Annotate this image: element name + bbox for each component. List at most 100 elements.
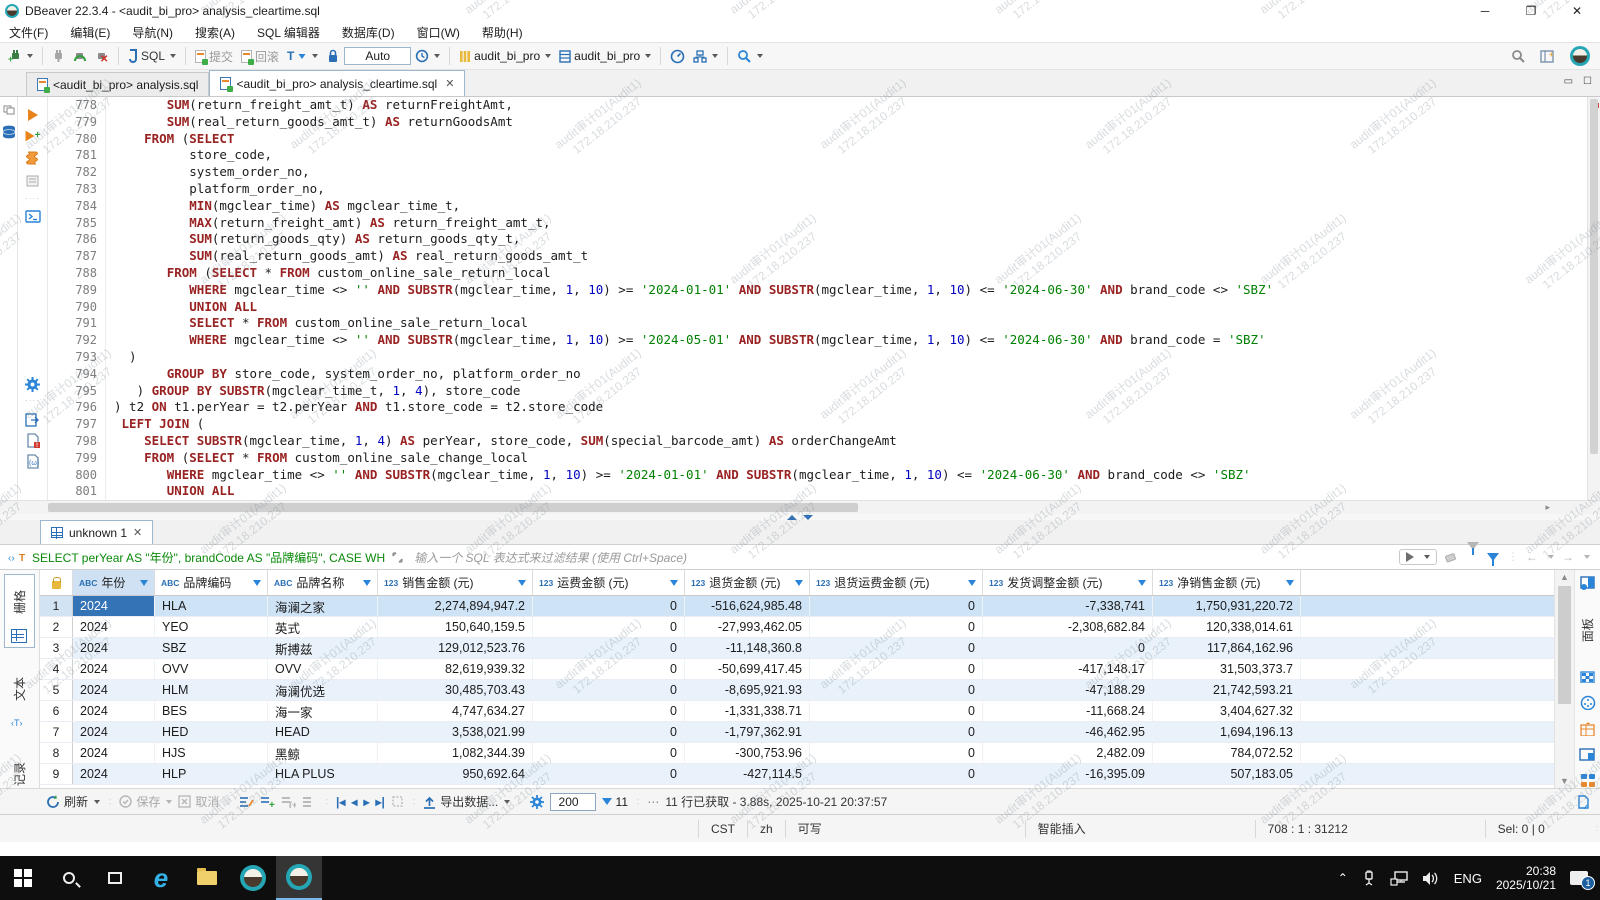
transaction-log-button[interactable]: T bbox=[283, 47, 322, 65]
table-cell[interactable]: -46,462.95 bbox=[983, 722, 1153, 742]
code-line[interactable]: MAX(return_freight_amt) AS return_freigh… bbox=[114, 215, 1587, 232]
code-line[interactable]: MIN(mgclear_time) AS mgclear_time_t, bbox=[114, 198, 1587, 215]
tx-history-button[interactable] bbox=[411, 47, 444, 65]
table-cell[interactable]: 2,274,894,947.2 bbox=[378, 596, 533, 616]
metadata-icon[interactable] bbox=[1580, 695, 1596, 710]
table-cell[interactable]: HLA bbox=[155, 596, 268, 616]
table-cell[interactable]: 0 bbox=[533, 722, 685, 742]
table-cell[interactable]: 0 bbox=[810, 743, 983, 763]
line-number[interactable]: 781 bbox=[48, 147, 97, 164]
code-line[interactable]: UNION ALL bbox=[114, 299, 1587, 316]
line-number[interactable]: 792 bbox=[48, 332, 97, 349]
code-line[interactable]: WHERE mgclear_time <> '' AND SUBSTR(mgcl… bbox=[114, 332, 1587, 349]
table-cell[interactable]: 海澜优选 bbox=[268, 680, 378, 700]
table-cell[interactable]: 黑鲸 bbox=[268, 743, 378, 763]
table-cell[interactable]: HEAD bbox=[268, 722, 378, 742]
code-line[interactable]: UNION ALL bbox=[114, 483, 1587, 500]
table-cell[interactable]: 950,692.64 bbox=[378, 764, 533, 784]
code-line[interactable]: FROM (SELECT * FROM custom_online_sale_r… bbox=[114, 265, 1587, 282]
delete-row-icon[interactable] bbox=[302, 795, 317, 808]
table-cell[interactable]: 117,864,162.96 bbox=[1153, 638, 1301, 658]
table-cell[interactable]: -47,188.29 bbox=[983, 680, 1153, 700]
table-cell[interactable]: -7,338,741 bbox=[983, 596, 1153, 616]
column-filter-icon[interactable] bbox=[968, 580, 976, 586]
table-cell[interactable]: -16,395.09 bbox=[983, 764, 1153, 784]
zoom-buttons-icon[interactable] bbox=[1580, 773, 1596, 788]
tab-grid-view[interactable]: 栅格 bbox=[4, 574, 34, 648]
tab-analysis-cleartime-sql[interactable]: <audit_bi_pro> analysis_cleartime.sql ✕ bbox=[209, 70, 465, 96]
close-tab-icon[interactable]: ✕ bbox=[445, 77, 454, 90]
dashboard-icon[interactable] bbox=[670, 49, 685, 64]
layout-panel-icon[interactable] bbox=[1579, 748, 1596, 760]
input-language[interactable]: ENG bbox=[1454, 871, 1482, 886]
table-cell[interactable]: 0 bbox=[533, 659, 685, 679]
usb-icon[interactable] bbox=[1362, 870, 1376, 886]
line-number[interactable]: 800 bbox=[48, 467, 97, 484]
settings-gear-icon[interactable] bbox=[25, 377, 40, 392]
execute-script-icon[interactable] bbox=[25, 151, 40, 166]
table-row[interactable]: 52024HLM海澜优选30,485,703.430-8,695,921.930… bbox=[40, 680, 1554, 701]
column-header[interactable]: 123退货金额 (元) bbox=[685, 570, 810, 595]
new-connection-button[interactable]: + bbox=[4, 47, 37, 65]
eraser-icon[interactable] bbox=[1445, 551, 1459, 563]
table-cell[interactable]: HLM bbox=[155, 680, 268, 700]
row-number[interactable]: 8 bbox=[40, 743, 73, 763]
code-line[interactable]: WHERE mgclear_time <> '' AND SUBSTR(mgcl… bbox=[114, 467, 1587, 484]
table-cell[interactable]: 0 bbox=[810, 701, 983, 721]
table-cell[interactable]: 0 bbox=[533, 764, 685, 784]
table-cell[interactable]: 1,082,344.39 bbox=[378, 743, 533, 763]
table-cell[interactable]: 1,750,931,220.72 bbox=[1153, 596, 1301, 616]
fetch-size-input[interactable]: 200 bbox=[550, 793, 596, 811]
column-filter-icon[interactable] bbox=[140, 580, 148, 586]
table-cell[interactable]: -27,993,462.05 bbox=[685, 617, 810, 637]
column-header[interactable]: ABC年份 bbox=[73, 570, 155, 595]
editor-vertical-scrollbar[interactable] bbox=[1587, 97, 1600, 500]
row-number[interactable]: 5 bbox=[40, 680, 73, 700]
line-number[interactable]: 797 bbox=[48, 416, 97, 433]
table-cell[interactable]: -1,331,338.71 bbox=[685, 701, 810, 721]
code-line[interactable]: store_code, bbox=[114, 147, 1587, 164]
table-cell[interactable]: -8,695,921.93 bbox=[685, 680, 810, 700]
table-cell[interactable]: HLA PLUS bbox=[268, 764, 378, 784]
table-cell[interactable]: 2024 bbox=[73, 722, 155, 742]
dbeaver-taskbar-button[interactable] bbox=[230, 856, 276, 900]
restore-panel-icon[interactable] bbox=[3, 105, 15, 115]
table-cell[interactable]: 英式 bbox=[268, 617, 378, 637]
result-grid[interactable]: ABC年份ABC品牌编码ABC品牌名称123销售金额 (元)123运费金额 (元… bbox=[40, 570, 1554, 788]
table-cell[interactable]: 0 bbox=[810, 722, 983, 742]
table-cell[interactable]: 31,503,373.7 bbox=[1153, 659, 1301, 679]
tray-expand-icon[interactable]: ⌃ bbox=[1338, 871, 1348, 885]
table-cell[interactable]: 2024 bbox=[73, 638, 155, 658]
line-number[interactable]: 783 bbox=[48, 181, 97, 198]
line-number[interactable]: 786 bbox=[48, 231, 97, 248]
table-cell[interactable]: 斯搏兹 bbox=[268, 638, 378, 658]
menu-file[interactable]: 文件(F) bbox=[9, 24, 48, 41]
code-line[interactable]: LEFT JOIN ( bbox=[114, 416, 1587, 433]
line-number[interactable]: 788 bbox=[48, 265, 97, 282]
fetch-page-icon[interactable] bbox=[391, 795, 404, 808]
table-cell[interactable]: -516,624,985.48 bbox=[685, 596, 810, 616]
results-tab-unknown1[interactable]: unknown 1 ✕ bbox=[40, 520, 153, 544]
code-line[interactable]: system_order_no, bbox=[114, 164, 1587, 181]
column-filter-icon[interactable] bbox=[670, 580, 678, 586]
search-button[interactable] bbox=[733, 47, 767, 66]
table-cell[interactable]: OVV bbox=[155, 659, 268, 679]
notification-center-icon[interactable]: 1 bbox=[1570, 871, 1588, 885]
grid-settings-gear-icon[interactable] bbox=[530, 795, 544, 809]
maximize-editor-icon[interactable]: ☐ bbox=[1583, 76, 1592, 87]
tab-record-view[interactable]: 记录 bbox=[5, 747, 33, 788]
sql-editor-button[interactable]: SQL bbox=[124, 47, 180, 65]
table-row[interactable]: 42024OVVOVV82,619,939.320-50,699,417.450… bbox=[40, 659, 1554, 680]
reconnect-icon[interactable] bbox=[73, 49, 87, 63]
table-cell[interactable]: 4,747,634.27 bbox=[378, 701, 533, 721]
edit-row-icon[interactable] bbox=[239, 795, 254, 808]
sql-editor[interactable]: 7787797807817827837847857867877887897907… bbox=[48, 97, 1600, 500]
taskbar-search-button[interactable] bbox=[46, 856, 92, 900]
table-cell[interactable]: HJS bbox=[155, 743, 268, 763]
table-cell[interactable]: 0 bbox=[533, 638, 685, 658]
table-cell[interactable]: 21,742,593.21 bbox=[1153, 680, 1301, 700]
commit-button[interactable]: 提交 bbox=[191, 46, 237, 67]
cancel-button[interactable]: 取消 bbox=[178, 793, 219, 810]
row-number[interactable]: 2 bbox=[40, 617, 73, 637]
table-cell[interactable]: 2024 bbox=[73, 617, 155, 637]
